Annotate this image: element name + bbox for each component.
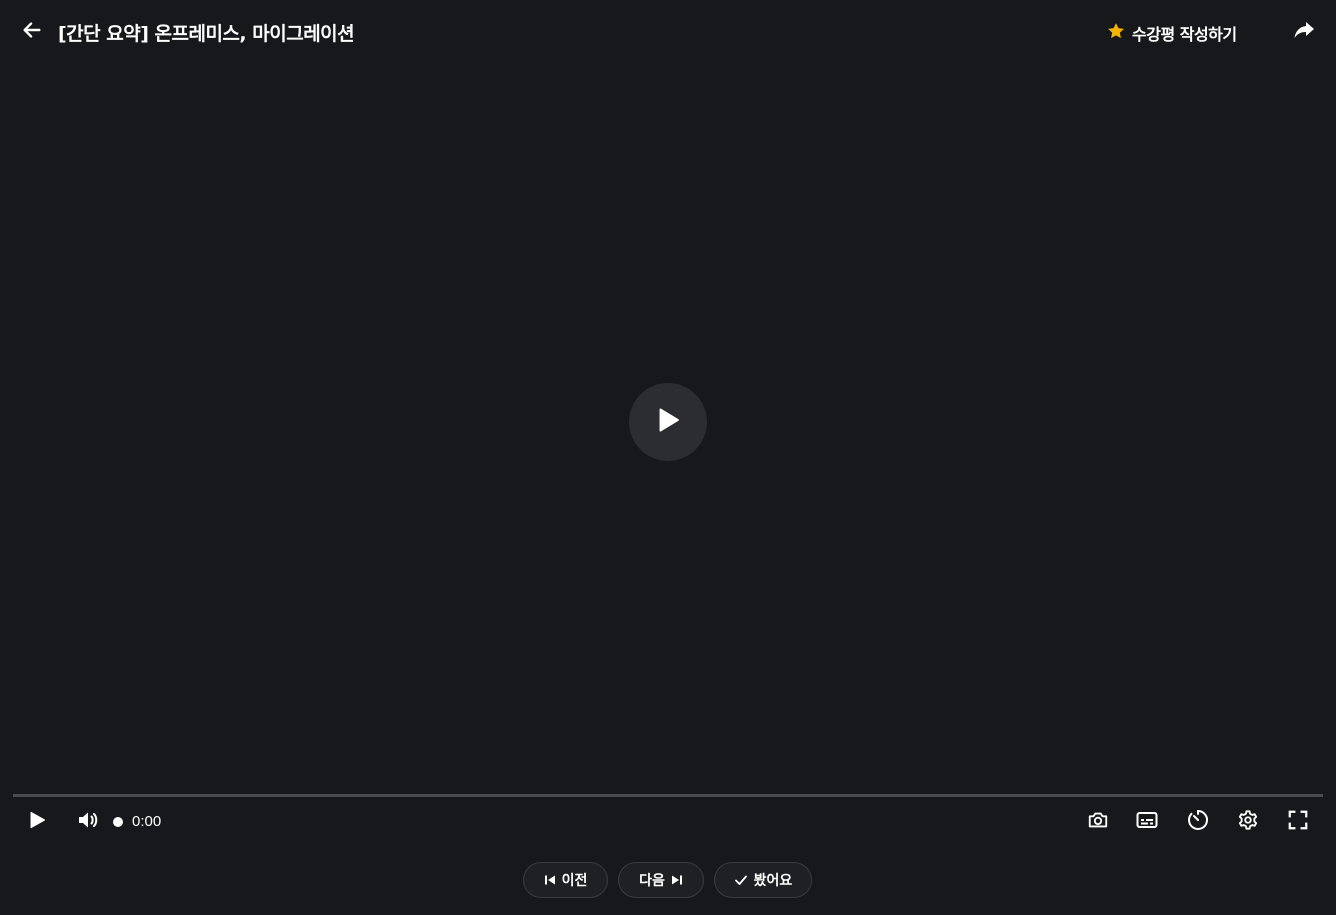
skip-next-icon <box>671 874 683 886</box>
volume-icon <box>76 808 100 836</box>
fullscreen-icon <box>1287 809 1309 835</box>
check-icon <box>734 873 748 887</box>
subtitles-icon <box>1135 808 1159 836</box>
skip-previous-icon <box>544 874 556 886</box>
player-controls: 0:00 <box>0 804 1336 840</box>
play-icon <box>653 405 683 439</box>
volume-slider-handle[interactable] <box>113 817 123 827</box>
star-icon <box>1106 21 1126 45</box>
share-button[interactable] <box>1290 18 1318 46</box>
video-player-page: [간단 요약] 온프레미스, 마이그레이션 수강평 작성하기 0:00 이전 다… <box>0 0 1336 915</box>
play-button[interactable] <box>23 808 51 836</box>
next-label: 다음 <box>639 873 665 889</box>
back-button[interactable] <box>18 18 46 46</box>
big-play-button[interactable] <box>629 383 707 461</box>
write-review-label: 수강평 작성하기 <box>1132 25 1237 44</box>
settings-icon <box>1237 809 1259 835</box>
progress-bar[interactable] <box>13 794 1323 797</box>
arrow-left-icon <box>21 19 43 45</box>
volume-button[interactable] <box>74 808 102 836</box>
play-icon <box>27 810 47 834</box>
mark-watched-button[interactable]: 봤어요 <box>714 862 812 898</box>
screenshot-button[interactable] <box>1084 808 1112 836</box>
subtitles-button[interactable] <box>1133 808 1161 836</box>
next-lecture-button[interactable]: 다음 <box>618 862 704 898</box>
previous-label: 이전 <box>561 873 588 889</box>
fullscreen-button[interactable] <box>1284 808 1312 836</box>
previous-lecture-button[interactable]: 이전 <box>523 862 608 898</box>
playback-speed-button[interactable] <box>1184 808 1212 836</box>
lecture-navigation: 이전 다음 봤어요 <box>0 862 1336 900</box>
page-title: [간단 요약] 온프레미스, 마이그레이션 <box>58 23 355 45</box>
share-icon <box>1292 18 1316 46</box>
watched-label: 봤어요 <box>753 873 793 889</box>
camera-icon <box>1087 809 1109 835</box>
header: [간단 요약] 온프레미스, 마이그레이션 수강평 작성하기 <box>0 0 1336 64</box>
current-time: 0:00 <box>132 813 162 830</box>
settings-button[interactable] <box>1234 808 1262 836</box>
write-review-button[interactable]: 수강평 작성하기 <box>1106 19 1237 47</box>
speed-timer-icon <box>1186 808 1210 836</box>
